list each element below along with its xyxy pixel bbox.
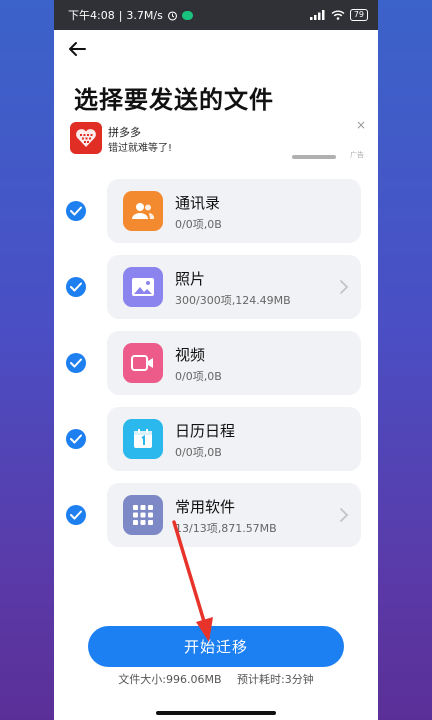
item-title: 视频 bbox=[175, 346, 206, 364]
alarm-icon bbox=[167, 10, 177, 20]
checkbox-checked-icon[interactable] bbox=[66, 353, 86, 373]
item-title: 照片 bbox=[175, 270, 206, 288]
chevron-right-icon bbox=[340, 280, 349, 294]
item-count: 0/0项,0B bbox=[175, 218, 222, 231]
checkbox-checked-icon[interactable] bbox=[66, 429, 86, 449]
list-item[interactable]: 通讯录 0/0项,0B bbox=[54, 179, 378, 243]
network-speed: 3.7M/s bbox=[126, 8, 163, 22]
start-migration-button[interactable]: 开始迁移 bbox=[88, 626, 344, 667]
ad-close-icon[interactable]: × bbox=[356, 118, 366, 132]
apps-grid-icon bbox=[123, 495, 163, 535]
ad-banner[interactable]: 拼多多 错过就难等了! × 广告 bbox=[70, 118, 366, 160]
wifi-icon bbox=[331, 10, 345, 20]
footer-info: 文件大小:996.06MB 预计耗时:3分钟 bbox=[54, 671, 378, 687]
item-count: 0/0项,0B bbox=[175, 446, 222, 459]
status-bar: 下午4:08 | 3.7M/s 79 bbox=[54, 0, 378, 30]
checkbox-checked-icon[interactable] bbox=[66, 201, 86, 221]
file-size-text: 文件大小:996.06MB bbox=[118, 673, 222, 686]
wechat-icon bbox=[181, 10, 193, 20]
item-title: 通讯录 bbox=[175, 194, 221, 212]
item-card[interactable]: 视频 0/0项,0B bbox=[107, 331, 361, 395]
ad-app-name: 拼多多 bbox=[108, 126, 141, 139]
ad-tag: 广告 bbox=[350, 151, 364, 159]
item-title: 常用软件 bbox=[175, 498, 236, 516]
battery-indicator: 79 bbox=[349, 9, 368, 21]
pinduoduo-logo bbox=[70, 122, 102, 154]
estimated-time-text: 预计耗时:3分钟 bbox=[237, 673, 314, 686]
item-title: 日历日程 bbox=[175, 422, 236, 440]
ad-progress-bar bbox=[292, 155, 336, 159]
list-item[interactable]: 视频 0/0项,0B bbox=[54, 331, 378, 395]
list-item[interactable]: 常用软件 13/13项,871.57MB bbox=[54, 483, 378, 547]
checkbox-checked-icon[interactable] bbox=[66, 277, 86, 297]
image-icon bbox=[123, 267, 163, 307]
ad-slogan: 错过就难等了! bbox=[108, 143, 173, 154]
list-item[interactable]: 照片 300/300项,124.49MB bbox=[54, 255, 378, 319]
phone-screen: 下午4:08 | 3.7M/s 79 选择要发送的文件 拼多多 错过就难等了! … bbox=[54, 0, 378, 720]
home-indicator[interactable] bbox=[156, 711, 276, 715]
calendar-icon bbox=[123, 419, 163, 459]
signal-icon bbox=[309, 10, 325, 20]
item-count: 300/300项,124.49MB bbox=[175, 294, 291, 307]
item-card[interactable]: 日历日程 0/0项,0B bbox=[107, 407, 361, 471]
chevron-right-icon bbox=[340, 508, 349, 522]
status-time: 下午4:08 bbox=[68, 9, 115, 22]
item-card[interactable]: 通讯录 0/0项,0B bbox=[107, 179, 361, 243]
back-arrow-icon[interactable] bbox=[66, 38, 88, 60]
video-icon bbox=[123, 343, 163, 383]
item-count: 13/13项,871.57MB bbox=[175, 522, 277, 535]
checkbox-checked-icon[interactable] bbox=[66, 505, 86, 525]
item-card[interactable]: 常用软件 13/13项,871.57MB bbox=[107, 483, 361, 547]
contacts-icon bbox=[123, 191, 163, 231]
item-count: 0/0项,0B bbox=[175, 370, 222, 383]
item-card[interactable]: 照片 300/300项,124.49MB bbox=[107, 255, 361, 319]
list-item[interactable]: 日历日程 0/0项,0B bbox=[54, 407, 378, 471]
page-title: 选择要发送的文件 bbox=[74, 86, 274, 114]
